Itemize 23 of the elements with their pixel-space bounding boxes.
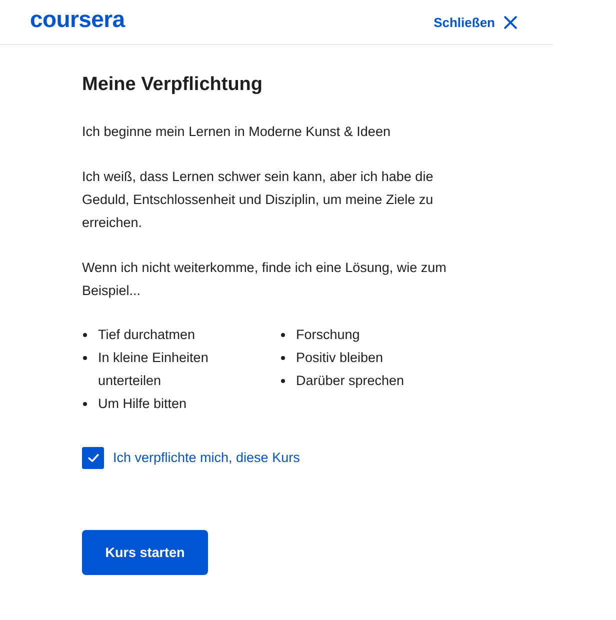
check-icon <box>88 454 98 462</box>
bullet-icon <box>83 333 87 337</box>
bullet-icon <box>281 356 285 360</box>
bullet-icon <box>281 379 285 383</box>
commitment-label[interactable]: Ich verpflichte mich, diese Kurs <box>113 448 300 468</box>
strategy-item: Um Hilfe bitten <box>98 395 188 413</box>
commitment-paragraph: Ich weiß, dass Lernen schwer sein kann, aber ich habe die Geduld, Entschlossenheit und Disziplin, um meine Ziele zu erreichen. <box>82 168 434 232</box>
strategy-item: Positiv bleiben <box>296 349 384 367</box>
strategy-item: Tief durchatmen <box>98 326 196 344</box>
coursera-logo[interactable]: coursera <box>30 7 125 31</box>
bullet-icon <box>281 333 285 337</box>
commitment-checkbox[interactable] <box>82 447 104 469</box>
strategy-item: Darüber sprechen <box>296 372 404 390</box>
bullet-icon <box>83 402 87 406</box>
commitment-paragraph: Ich beginne mein Lernen in Moderne Kunst & Ideen <box>82 123 392 141</box>
strategy-item: In kleine Einheiten unterteilen <box>98 349 210 390</box>
page-title: Meine Verpflichtung <box>82 73 264 97</box>
bullet-icon <box>83 356 87 360</box>
commitment-paragraph: Wenn ich nicht weiterkomme, finde ich eine Lösung, wie zum Beispiel... <box>82 259 448 300</box>
close-icon <box>504 16 517 29</box>
start-course-button[interactable]: Kurs starten <box>82 530 208 575</box>
close-link[interactable]: Schließen <box>434 15 517 30</box>
strategy-item: Forschung <box>296 326 360 344</box>
